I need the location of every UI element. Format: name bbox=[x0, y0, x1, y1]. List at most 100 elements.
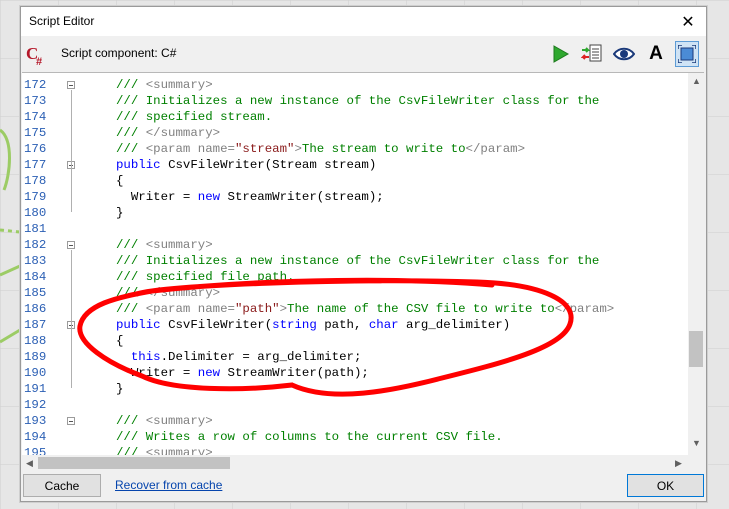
line-number: 172 bbox=[24, 78, 47, 92]
vertical-scroll-thumb[interactable] bbox=[689, 331, 703, 367]
fullscreen-icon bbox=[678, 45, 696, 63]
code-line: 183 /// Initializes a new instance of the… bbox=[22, 253, 690, 269]
fold-guide bbox=[71, 90, 72, 212]
code-line: 188 { bbox=[22, 333, 690, 349]
code-token: <param name= bbox=[145, 302, 235, 316]
code-line: 187 public CsvFileWriter(string path, cha… bbox=[22, 317, 690, 333]
close-button[interactable]: ✕ bbox=[670, 7, 706, 36]
code-line: 175 /// </summary> bbox=[22, 125, 690, 141]
code-line: 180} bbox=[22, 205, 690, 221]
run-button[interactable] bbox=[548, 41, 572, 67]
code-text: public CsvFileWriter(string path, char a… bbox=[116, 317, 510, 333]
code-text: { bbox=[116, 333, 123, 349]
code-text: /// specified stream. bbox=[116, 109, 272, 125]
code-token: <summary> bbox=[145, 238, 213, 252]
line-number: 188 bbox=[24, 334, 47, 348]
scroll-up-icon[interactable]: ▲ bbox=[692, 76, 701, 86]
code-line: 176 /// <param name="stream">The stream t… bbox=[22, 141, 690, 157]
code-token: The stream to write to bbox=[301, 142, 466, 156]
preview-icon bbox=[613, 47, 635, 61]
fold-guide bbox=[71, 250, 72, 388]
component-label: Script component: C# bbox=[61, 46, 177, 60]
scroll-down-icon[interactable]: ▼ bbox=[692, 438, 701, 448]
csharp-icon: C # bbox=[26, 44, 42, 67]
code-text: /// </summary> bbox=[116, 125, 220, 141]
code-token: public bbox=[116, 318, 169, 332]
code-token: } bbox=[116, 382, 124, 396]
code-text: this.Delimiter = arg_delimiter; bbox=[116, 349, 362, 365]
recover-from-cache-link[interactable]: Recover from cache bbox=[115, 478, 222, 492]
code-text: /// Writes a row of columns to the curre… bbox=[116, 429, 503, 445]
line-number: 175 bbox=[24, 126, 47, 140]
line-number: 183 bbox=[24, 254, 47, 268]
line-number: 178 bbox=[24, 174, 47, 188]
line-number: 191 bbox=[24, 382, 47, 396]
code-token: new bbox=[197, 366, 228, 380]
script-editor-window: Script Editor ✕ C # Script component: C# bbox=[20, 6, 707, 502]
code-token: char bbox=[368, 318, 407, 332]
code-token: /// Initializes a new instance of the Cs… bbox=[116, 254, 600, 268]
horizontal-scrollbar[interactable]: ◀ ▶ bbox=[22, 455, 704, 471]
code-token: /// specified file path. bbox=[116, 270, 295, 284]
code-token: path, bbox=[324, 318, 369, 332]
fullscreen-button[interactable] bbox=[675, 41, 699, 67]
code-line: 193 /// <summary> bbox=[22, 413, 690, 429]
code-token: /// bbox=[116, 126, 146, 140]
compile-button[interactable] bbox=[580, 41, 604, 67]
cache-button[interactable]: Cache bbox=[23, 474, 101, 497]
code-token: string bbox=[272, 318, 325, 332]
ok-button[interactable]: OK bbox=[627, 474, 704, 497]
svg-text:#: # bbox=[36, 56, 42, 67]
code-text: /// Initializes a new instance of the Cs… bbox=[116, 253, 599, 269]
code-token: /// bbox=[116, 238, 146, 252]
fold-toggle-icon[interactable] bbox=[67, 81, 75, 89]
line-number: 182 bbox=[24, 238, 47, 252]
line-number: 176 bbox=[24, 142, 47, 156]
font-button[interactable]: A bbox=[644, 41, 668, 67]
fold-toggle-icon[interactable] bbox=[67, 417, 75, 425]
preview-button[interactable] bbox=[612, 41, 636, 67]
line-number: 179 bbox=[24, 190, 47, 204]
scroll-left-icon[interactable]: ◀ bbox=[26, 458, 33, 469]
code-line: 186 /// <param name="path">The name of th… bbox=[22, 301, 690, 317]
line-number: 177 bbox=[24, 158, 47, 172]
code-line: 194 /// Writes a row of columns to the cu… bbox=[22, 429, 690, 445]
code-line: 182 /// <summary> bbox=[22, 237, 690, 253]
code-text: } bbox=[116, 205, 123, 221]
code-token: StreamWriter(path); bbox=[227, 366, 369, 380]
line-number: 180 bbox=[24, 206, 47, 220]
code-text: /// </summary> bbox=[116, 285, 220, 301]
code-text: /// <summary> bbox=[116, 237, 213, 253]
code-token: </param> bbox=[465, 142, 526, 156]
compile-icon bbox=[581, 44, 602, 62]
vertical-scrollbar[interactable]: ▲ ▼ bbox=[688, 73, 704, 456]
code-token: StreamWriter(stream); bbox=[227, 190, 384, 204]
line-number: 189 bbox=[24, 350, 47, 364]
scroll-right-icon[interactable]: ▶ bbox=[675, 458, 682, 469]
code-token: <param name= bbox=[145, 142, 235, 156]
code-editor[interactable]: 172 /// <summary> 173 /// Initializes a new… bbox=[22, 72, 704, 456]
toolbar: C # Script component: C# A bbox=[21, 36, 706, 73]
code-line: 184 /// specified file path. bbox=[22, 269, 690, 285]
code-token: { bbox=[116, 174, 124, 188]
code-token: /// bbox=[116, 414, 146, 428]
line-number: 173 bbox=[24, 94, 47, 108]
code-line: 192 bbox=[22, 397, 690, 413]
code-line: 177 public CsvFileWriter(Stream stream) bbox=[22, 157, 690, 173]
line-number: 185 bbox=[24, 286, 47, 300]
code-token: > bbox=[279, 302, 288, 316]
code-line: 178 { bbox=[22, 173, 690, 189]
code-token: <summary> bbox=[145, 414, 213, 428]
font-icon: A bbox=[649, 43, 663, 64]
fold-toggle-icon[interactable] bbox=[67, 241, 75, 249]
code-token: </summary> bbox=[145, 126, 221, 140]
code-token: CsvFileWriter(Stream stream) bbox=[168, 158, 377, 172]
code-text: /// <param name="path">The name of the C… bbox=[116, 301, 614, 317]
line-number: 190 bbox=[24, 366, 47, 380]
code-token: this bbox=[130, 350, 161, 364]
code-token: </param> bbox=[554, 302, 615, 316]
code-area[interactable]: 172 /// <summary> 173 /// Initializes a new… bbox=[22, 73, 690, 456]
horizontal-scroll-thumb[interactable] bbox=[38, 457, 230, 469]
code-text: Writer = new StreamWriter(path); bbox=[116, 365, 369, 381]
